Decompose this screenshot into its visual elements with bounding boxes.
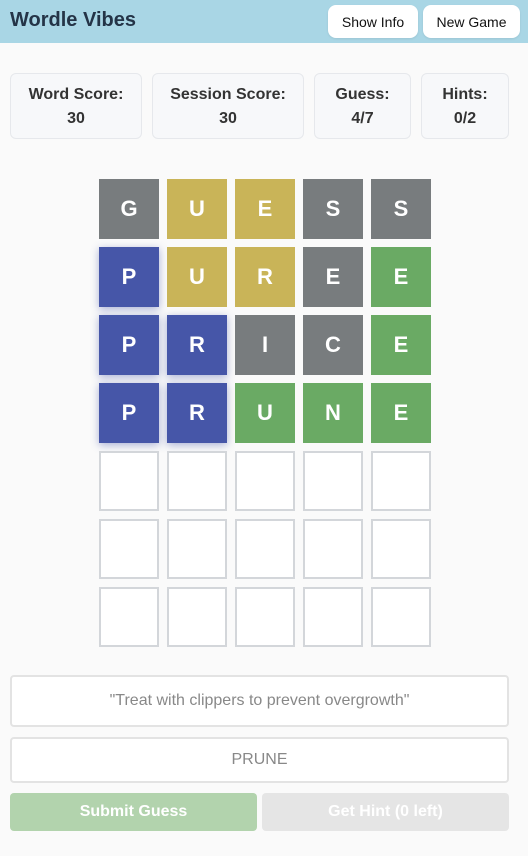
get-hint-button[interactable]: Get Hint (0 left) (262, 793, 509, 831)
board-row (99, 451, 431, 511)
board-row (99, 587, 431, 647)
show-info-button[interactable]: Show Info (328, 5, 418, 38)
tile-gray: C (303, 315, 363, 375)
tile-empty (99, 587, 159, 647)
guess-count-label: Guess: (335, 86, 390, 103)
tile-green: E (371, 247, 431, 307)
hints-label: Hints: (442, 86, 488, 103)
tile-empty (167, 519, 227, 579)
hints-card: Hints: 0/2 (421, 73, 509, 139)
tile-yellow: R (235, 247, 295, 307)
tile-empty (303, 451, 363, 511)
tile-green: U (235, 383, 295, 443)
word-score-value: 30 (67, 110, 85, 127)
new-game-button[interactable]: New Game (423, 5, 520, 38)
tile-empty (99, 519, 159, 579)
tile-empty (235, 519, 295, 579)
word-score-label: Word Score: (28, 86, 124, 103)
tile-blue: P (99, 383, 159, 443)
tile-green: E (371, 383, 431, 443)
app-header: Wordle Vibes Show Info New Game (0, 0, 528, 43)
tile-blue: R (167, 383, 227, 443)
tile-gray: S (371, 179, 431, 239)
tile-empty (303, 587, 363, 647)
tile-blue: P (99, 247, 159, 307)
tile-empty (167, 587, 227, 647)
tile-empty (99, 451, 159, 511)
clue-text: "Treat with clippers to prevent overgrow… (10, 675, 509, 727)
tile-green: N (303, 383, 363, 443)
tile-green: E (371, 315, 431, 375)
tile-empty (235, 587, 295, 647)
board-row: PRICE (99, 315, 431, 375)
tile-gray: G (99, 179, 159, 239)
tile-gray: E (303, 247, 363, 307)
board-row: PUREE (99, 247, 431, 307)
hints-value: 0/2 (453, 110, 477, 127)
submit-guess-button[interactable]: Submit Guess (10, 793, 257, 831)
game-board: GUESSPUREEPRICEPRUNE (99, 179, 431, 655)
tile-empty (235, 451, 295, 511)
tile-yellow: E (235, 179, 295, 239)
board-row: GUESS (99, 179, 431, 239)
tile-empty (371, 451, 431, 511)
word-score-card: Word Score: 30 (10, 73, 142, 139)
board-row (99, 519, 431, 579)
tile-empty (371, 587, 431, 647)
guess-count-value: 4/7 (351, 110, 374, 127)
tile-gray: I (235, 315, 295, 375)
tile-empty (303, 519, 363, 579)
session-score-label: Session Score: (170, 86, 286, 103)
board-row: PRUNE (99, 383, 431, 443)
tile-blue: R (167, 315, 227, 375)
session-score-card: Session Score: 30 (152, 73, 304, 139)
guess-count-card: Guess: 4/7 (314, 73, 411, 139)
tile-blue: P (99, 315, 159, 375)
session-score-value: 30 (219, 110, 237, 127)
guess-input[interactable] (10, 737, 509, 783)
app-title: Wordle Vibes (10, 9, 136, 31)
tile-empty (167, 451, 227, 511)
tile-yellow: U (167, 247, 227, 307)
tile-yellow: U (167, 179, 227, 239)
tile-empty (371, 519, 431, 579)
tile-gray: S (303, 179, 363, 239)
